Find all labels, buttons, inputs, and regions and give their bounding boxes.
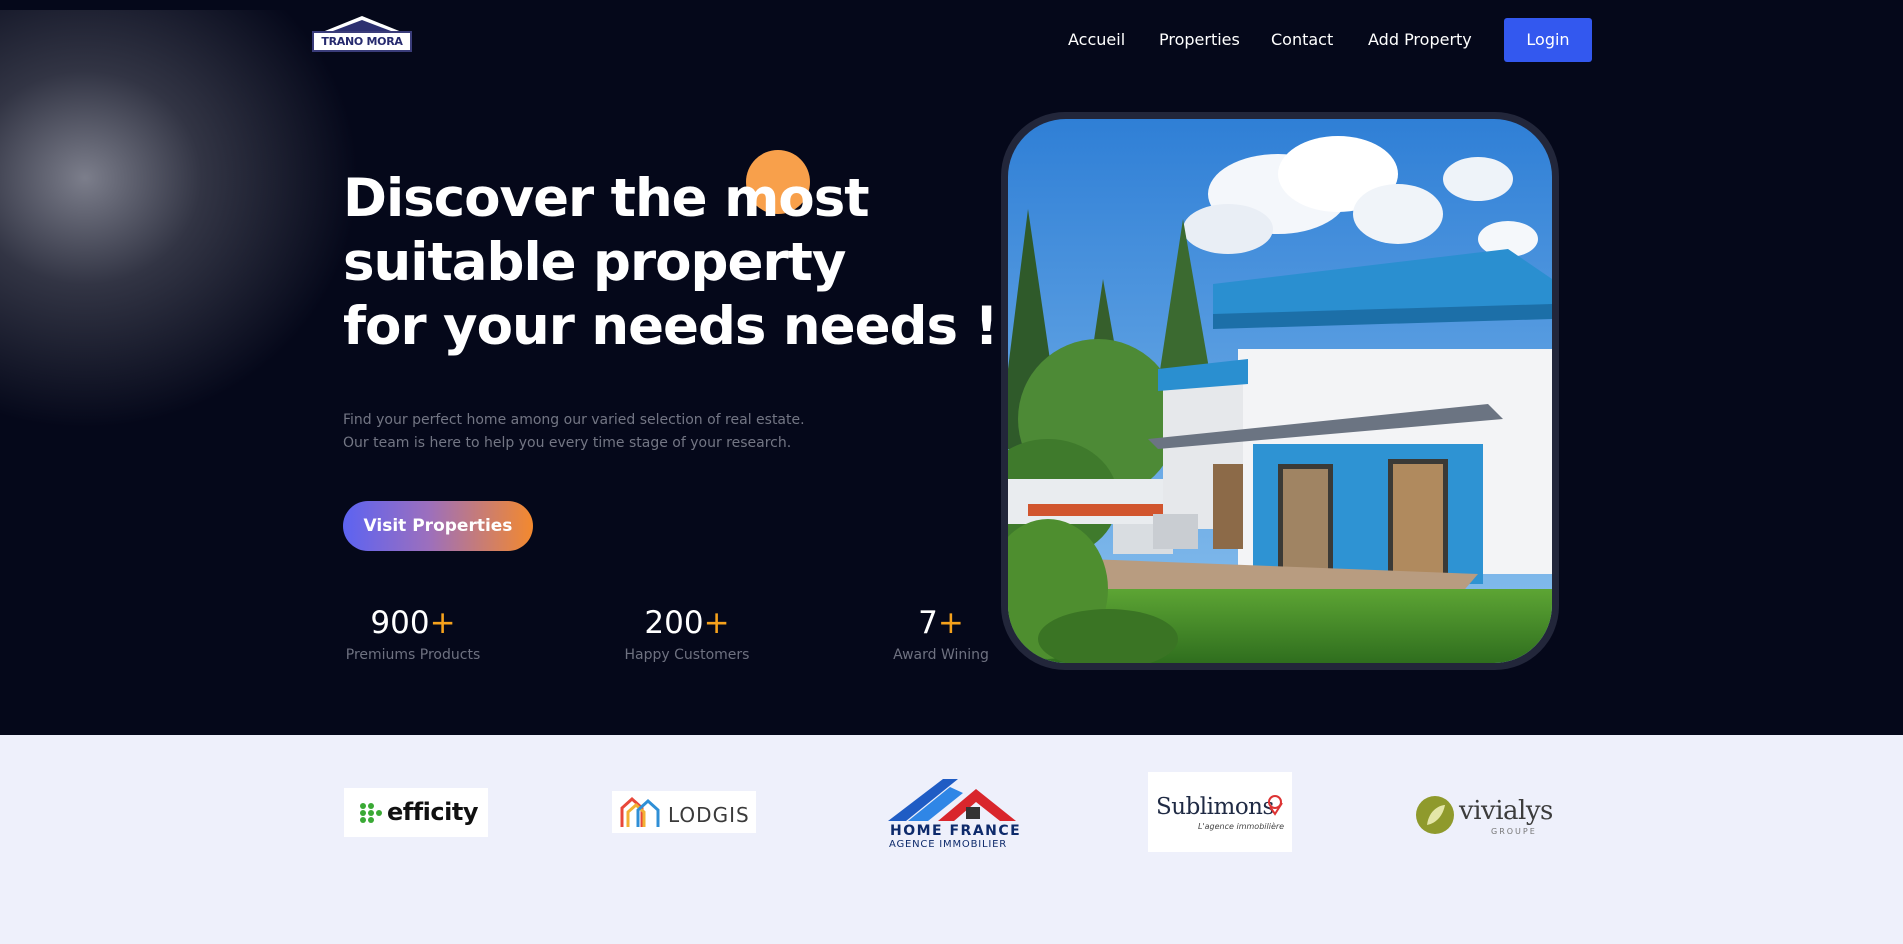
nav-link-add-property[interactable]: Add Property [1368, 30, 1472, 49]
nav-link-properties[interactable]: Properties [1159, 30, 1240, 49]
vivialys-tagline: GROUPE [1491, 827, 1537, 836]
partner-logo-home-france[interactable]: HOME FRANCE AGENCE IMMOBILIER [888, 775, 1022, 855]
home-france-roof-icon [888, 779, 1016, 821]
login-button[interactable]: Login [1504, 18, 1592, 62]
stat-premium-products: 900+ Premiums Products [343, 603, 483, 665]
stat-label: Happy Customers [624, 647, 750, 663]
efficity-wordmark: efficity [387, 798, 478, 826]
hero-image-frame [1001, 112, 1559, 670]
partner-logo-efficity[interactable]: efficity [344, 788, 488, 837]
sublimons-wordmark: Sublimons [1156, 794, 1274, 820]
subtitle-line-2: Our team is here to help you every time … [343, 435, 792, 451]
nav-link-accueil[interactable]: Accueil [1068, 30, 1125, 49]
visit-properties-button[interactable]: Visit Properties [343, 501, 533, 551]
partner-logo-sublimons[interactable]: Sublimons L'agence immobilière [1148, 772, 1292, 852]
headline-line-3: for your needs needs ! [343, 296, 999, 357]
nav-link-contact[interactable]: Contact [1271, 30, 1333, 49]
location-pin-icon [1268, 795, 1283, 816]
vivialys-leaf-icon [1416, 796, 1454, 834]
modern-house-image [1008, 119, 1552, 663]
partner-logo-lodgis[interactable]: LODGIS [612, 791, 756, 833]
lodgis-house-icon [620, 796, 660, 827]
hero-headline: Discover the most suitable property for … [343, 167, 1023, 359]
brand-logo[interactable]: TRANO MORA [311, 15, 413, 53]
partner-logo-vivialys[interactable]: vivialys GROUPE [1415, 790, 1561, 838]
sublimons-tagline: L'agence immobilière [1198, 822, 1285, 831]
stat-label: Award Wining [893, 647, 989, 663]
vivialys-wordmark: vivialys [1459, 796, 1553, 826]
lodgis-wordmark: LODGIS [668, 803, 750, 827]
headline-line-2: suitable property [343, 232, 846, 293]
background-glow [0, 10, 360, 430]
stat-awards: 7+ Award Wining [888, 603, 994, 665]
home-france-wordmark: HOME FRANCE [890, 823, 1022, 839]
stat-value: 900+ [370, 605, 456, 641]
stat-value: 7+ [918, 605, 964, 641]
home-france-tagline: AGENCE IMMOBILIER [889, 839, 1007, 850]
stat-label: Premiums Products [345, 647, 481, 663]
stat-happy-customers: 200+ Happy Customers [620, 603, 754, 665]
hero-section: TRANO MORA Accueil Properties Contact Ad… [0, 0, 1903, 735]
headline-line-1: Discover the most [343, 168, 870, 229]
stat-value: 200+ [644, 605, 730, 641]
subtitle-line-1: Find your perfect home among our varied … [343, 412, 805, 428]
efficity-dots-icon [360, 803, 382, 823]
partners-section: efficity LODGIS HOME FRANCE AGENCE IMMOB… [0, 735, 1903, 944]
hero-subtitle: Find your perfect home among our varied … [343, 409, 863, 455]
brand-logo-text: TRANO MORA [312, 31, 412, 52]
